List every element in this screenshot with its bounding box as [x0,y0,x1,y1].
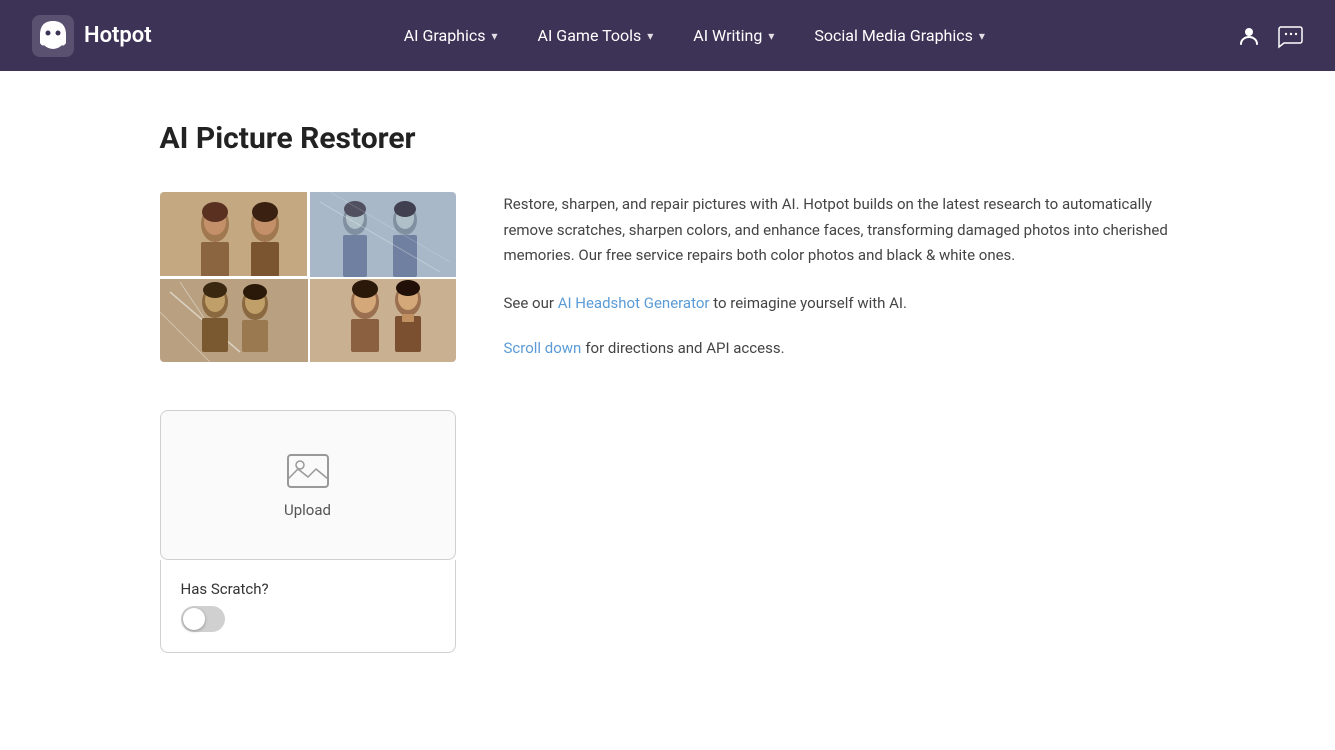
headshot-generator-link[interactable]: AI Headshot Generator [558,294,710,312]
has-scratch-row: Has Scratch? [181,580,435,598]
upload-label: Upload [284,501,331,519]
brand-name: Hotpot [84,23,152,48]
nav-ai-graphics[interactable]: AI Graphics ▾ [386,18,516,53]
main-content: AI Picture Restorer [128,71,1208,703]
chat-icon [1277,23,1303,49]
upload-box[interactable]: Upload [160,410,456,560]
photo-collage [160,192,456,362]
upload-image-icon [286,451,330,491]
options-box: Has Scratch? [160,560,456,653]
nav-ai-game-tools[interactable]: AI Game Tools ▾ [520,18,672,53]
nav-social-media-graphics[interactable]: Social Media Graphics ▾ [796,18,1003,53]
nav-ai-writing-label: AI Writing [693,26,762,45]
page-title: AI Picture Restorer [160,121,1176,156]
nav-ai-game-tools-chevron: ▾ [647,29,653,43]
nav-ai-game-tools-label: AI Game Tools [538,26,642,45]
has-scratch-toggle[interactable] [181,606,225,632]
navbar: Hotpot AI Graphics ▾ AI Game Tools ▾ AI … [0,0,1335,71]
intro-section: Restore, sharpen, and repair pictures wi… [160,192,1176,362]
intro-paragraph: Restore, sharpen, and repair pictures wi… [504,192,1176,269]
brand-logo-link[interactable]: Hotpot [32,15,152,57]
headshot-suffix-text: to reimagine yourself with AI. [713,294,907,312]
upload-section: Upload Has Scratch? [160,410,456,653]
scroll-line: Scroll down for directions and API acces… [504,338,1176,357]
toggle-track[interactable] [181,606,225,632]
see-our-text: See our [504,294,554,312]
nav-items: AI Graphics ▾ AI Game Tools ▾ AI Writing… [386,18,1003,53]
user-icon [1237,24,1261,48]
hotpot-logo [32,15,74,57]
scroll-down-link[interactable]: Scroll down [504,339,582,357]
nav-social-media-graphics-chevron: ▾ [979,29,985,43]
scroll-suffix-text: for directions and API access. [585,339,784,357]
nav-ai-writing[interactable]: AI Writing ▾ [675,18,792,53]
nav-ai-graphics-chevron: ▾ [492,29,498,43]
navbar-icon-group [1237,23,1303,49]
intro-text: Restore, sharpen, and repair pictures wi… [504,192,1176,357]
chat-icon-button[interactable] [1277,23,1303,49]
toggle-thumb [183,608,205,630]
has-scratch-label: Has Scratch? [181,580,269,598]
nav-ai-graphics-label: AI Graphics [404,26,486,45]
headshot-line: See our AI Headshot Generator to reimagi… [504,291,1176,317]
user-icon-button[interactable] [1237,24,1261,48]
nav-ai-writing-chevron: ▾ [768,29,774,43]
nav-social-media-graphics-label: Social Media Graphics [814,26,973,45]
